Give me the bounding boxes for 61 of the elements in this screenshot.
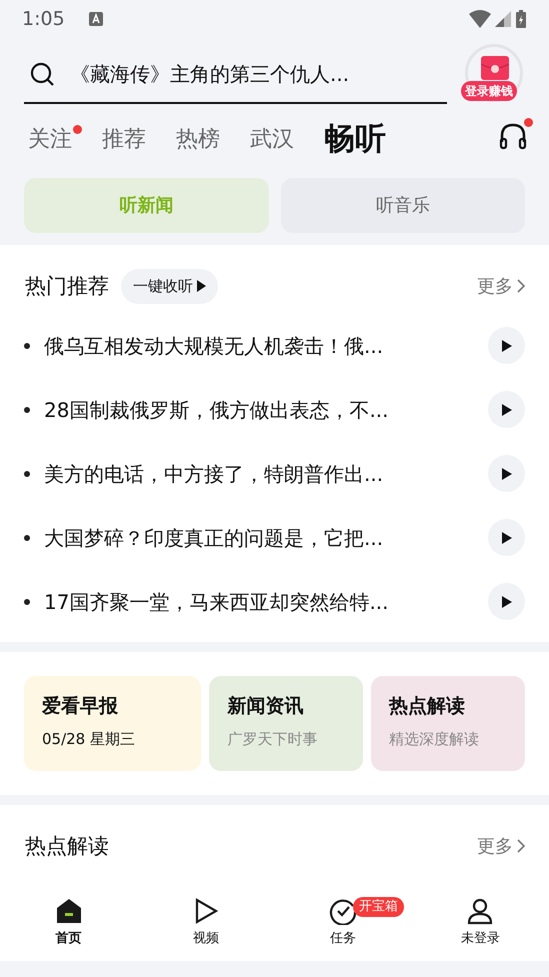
- channel-tab[interactable]: 热榜: [176, 122, 220, 156]
- channel-tab[interactable]: 推荐: [102, 122, 146, 156]
- section-title: 热点解读: [25, 832, 110, 860]
- card-title: 新闻资讯: [227, 694, 304, 718]
- play-icon: [502, 404, 512, 416]
- news-headline[interactable]: 大国梦碎？印度真正的问题是，它把...: [44, 522, 488, 552]
- headphones-icon[interactable]: [499, 122, 527, 150]
- play-button[interactable]: [488, 583, 525, 620]
- home-icon: [54, 897, 83, 925]
- play-icon: [502, 340, 512, 352]
- bullet-icon: [24, 598, 30, 604]
- card-subtitle: 精选深度解读: [389, 729, 480, 750]
- channel-tab[interactable]: 关注: [28, 122, 72, 156]
- signal-icon: [495, 11, 511, 27]
- channel-tab[interactable]: 畅听: [324, 116, 386, 162]
- play-icon: [502, 596, 512, 608]
- feature-card[interactable]: 新闻资讯 广罗天下时事: [209, 676, 364, 770]
- card-title: 爱看早报: [42, 694, 119, 718]
- user-icon: [466, 897, 494, 925]
- news-headline[interactable]: 17国齐聚一堂，马来西亚却突然给特...: [44, 586, 488, 616]
- keyboard-indicator-icon: [88, 12, 103, 26]
- nav-tab[interactable]: 首页: [0, 889, 138, 961]
- chevron-icon: [517, 839, 525, 854]
- news-headline[interactable]: 美方的电话，中方接了，特朗普作出...: [44, 458, 488, 488]
- news-headline[interactable]: 28国制裁俄罗斯，俄方做出表态，不...: [44, 394, 488, 424]
- battery-icon: [515, 10, 527, 28]
- play-button[interactable]: [488, 519, 525, 556]
- more-link[interactable]: 更多: [477, 832, 525, 860]
- feature-card[interactable]: 热点解读 精选深度解读: [371, 676, 525, 770]
- sub-tab[interactable]: 听音乐: [280, 178, 525, 233]
- treasure-badge: 开宝箱: [353, 897, 404, 916]
- play-button[interactable]: [488, 327, 525, 364]
- search-icon: [30, 62, 54, 86]
- card-subtitle: 广罗天下时事: [227, 729, 318, 750]
- play-button[interactable]: [488, 391, 525, 428]
- nav-tab[interactable]: 视频: [137, 889, 274, 961]
- wifi-icon: [469, 10, 491, 28]
- play-icon: [502, 532, 512, 544]
- bullet-icon: [24, 406, 30, 412]
- feature-card[interactable]: 爱看早报 05/28 星期三: [24, 676, 202, 770]
- search-field[interactable]: 《藏海传》主角的第三个仇人...: [24, 46, 447, 104]
- bullet-icon: [24, 534, 30, 540]
- login-reward-label: 登录赚钱: [461, 81, 517, 101]
- play-button[interactable]: [488, 455, 525, 492]
- check-circle-icon: [329, 897, 358, 925]
- more-link[interactable]: 更多: [477, 272, 525, 300]
- nav-tab[interactable]: 任务 开宝箱: [274, 889, 412, 961]
- section-title: 热门推荐: [25, 272, 109, 300]
- chevron-icon: [517, 279, 525, 294]
- card-subtitle: 05/28 星期三: [42, 729, 136, 750]
- play-all-button[interactable]: 一键收听: [121, 269, 218, 304]
- envelope-icon: [481, 56, 509, 80]
- play-icon: [502, 468, 512, 480]
- channel-tab[interactable]: 武汉: [250, 122, 294, 156]
- bullet-icon: [24, 470, 30, 476]
- bullet-icon: [24, 342, 30, 348]
- nav-tab[interactable]: 未登录: [412, 889, 549, 961]
- card-title: 热点解读: [389, 694, 466, 718]
- play-icon: [197, 280, 206, 292]
- status-time: 1:05: [22, 6, 65, 32]
- news-headline[interactable]: 俄乌互相发动大规模无人机袭击！俄...: [44, 330, 488, 360]
